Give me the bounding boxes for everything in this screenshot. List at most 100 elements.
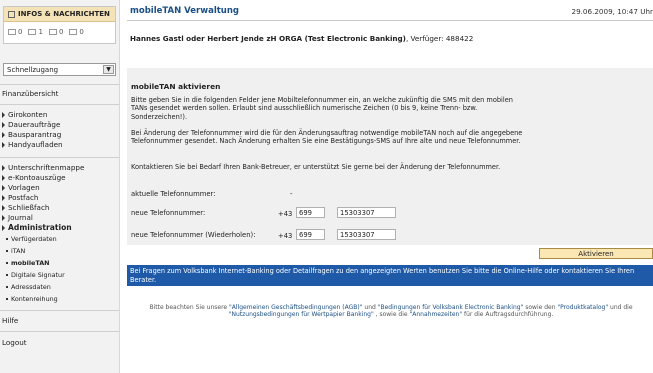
- triangle-right-icon: [2, 121, 5, 128]
- nav-journal[interactable]: Journal: [2, 213, 33, 222]
- main-content: mobileTAN Verwaltung 29.06.2009, 10:47 U…: [127, 0, 653, 373]
- nav-girokonten[interactable]: Girokonten: [2, 110, 47, 119]
- legal-text: und die: [608, 304, 633, 311]
- mail-icon: [8, 29, 16, 35]
- nav-label: mobileTAN: [11, 259, 50, 267]
- nav-label: iTAN: [11, 247, 26, 255]
- document-icon: [28, 29, 37, 35]
- nav-label: Digitale Signatur: [11, 271, 65, 279]
- bullet-icon: [6, 238, 8, 240]
- securities-terms-link[interactable]: "Nutzungsbedingungen für Wertpapier Bank…: [229, 311, 374, 318]
- ebanking-terms-link[interactable]: "Bedingungen für Volksbank Electronic Ba…: [378, 304, 524, 311]
- nav-bausparantrag[interactable]: Bausparantrag: [2, 130, 61, 139]
- subject-name: Hannes Gastl oder Herbert Jende zH ORGA …: [130, 34, 406, 43]
- nav-mobiletan[interactable]: mobileTAN: [6, 259, 50, 267]
- triangle-right-icon: [2, 204, 5, 211]
- message-icon: [48, 29, 57, 35]
- prefix-repeat-input[interactable]: 699: [296, 229, 325, 240]
- divider: [0, 310, 119, 311]
- triangle-right-icon: [2, 194, 5, 201]
- instruction-paragraph: Bei Änderung der Telefonnummer wird die …: [131, 129, 523, 146]
- nav-label: Daueraufträge: [8, 120, 61, 129]
- triangle-right-icon: [2, 164, 5, 171]
- sidebar: INFOS & NACHRICHTEN 0 1 0 0 Schnellzugan…: [0, 0, 120, 373]
- new-number-label: neue Telefonnummer:: [131, 209, 206, 217]
- prefix-input[interactable]: 699: [296, 207, 325, 218]
- info-header[interactable]: INFOS & NACHRICHTEN: [4, 7, 115, 22]
- nav-dauerauftraege[interactable]: Daueraufträge: [2, 120, 60, 129]
- nav-kontenreihung[interactable]: Kontenreihung: [6, 295, 58, 303]
- nav-itan[interactable]: iTAN: [6, 247, 25, 255]
- legal-notice: Bitte beachten Sie unsere "Allgemeinen G…: [133, 304, 649, 319]
- triangle-right-icon: [2, 131, 5, 138]
- nav-logout[interactable]: Logout: [2, 338, 27, 347]
- number-repeat-input[interactable]: 15303307: [337, 229, 396, 240]
- nav-handyaufladen[interactable]: Handyaufladen: [2, 140, 63, 149]
- triangle-right-icon: [2, 111, 5, 118]
- triangle-right-icon: [2, 184, 5, 191]
- nav-schliessfach[interactable]: Schließfach: [2, 203, 49, 212]
- info-counts: 0 1 0 0: [4, 22, 115, 42]
- count-value: 0: [18, 28, 23, 36]
- count-mail[interactable]: 0: [8, 28, 22, 36]
- triangle-right-icon: [2, 214, 5, 221]
- nav-label: Vorlagen: [8, 183, 40, 192]
- bullet-icon: [6, 250, 8, 252]
- triangle-right-icon: [2, 224, 5, 231]
- current-number-value: -: [290, 190, 293, 198]
- bullet-icon: [6, 286, 8, 288]
- nav-administration[interactable]: Administration: [2, 223, 72, 232]
- quick-access-select[interactable]: Schnellzugang ▼: [3, 63, 116, 76]
- help-bar: Bei Fragen zum Volksbank Internet-Bankin…: [127, 265, 653, 286]
- divider: [0, 331, 119, 332]
- nav-help[interactable]: Hilfe: [2, 316, 18, 325]
- triangle-right-icon: [2, 141, 5, 148]
- divider: [0, 84, 119, 85]
- legal-text: sowie den: [523, 304, 558, 311]
- bullet-icon: [6, 274, 8, 276]
- product-catalog-link[interactable]: "Produktkatalog": [557, 304, 608, 311]
- nav-postfach[interactable]: Postfach: [2, 193, 38, 202]
- count-document[interactable]: 1: [28, 28, 43, 36]
- note-icon: [69, 29, 78, 35]
- nav-verfuegerdaten[interactable]: Verfügerdaten: [6, 235, 57, 243]
- legal-text: , sowie die: [373, 311, 410, 319]
- divider: [0, 104, 119, 105]
- nav-adressdaten[interactable]: Adressdaten: [6, 283, 51, 291]
- count-note[interactable]: 0: [69, 28, 84, 36]
- nav-vorlagen[interactable]: Vorlagen: [2, 183, 40, 192]
- page-title: mobileTAN Verwaltung: [130, 6, 239, 16]
- timestamp: 29.06.2009, 10:47 Uhr: [571, 7, 653, 16]
- current-number-label: aktuelle Telefonnummer:: [131, 190, 216, 198]
- nav-financial-overview[interactable]: Finanzübersicht: [2, 89, 58, 98]
- cutoff-times-link[interactable]: "Annahmezeiten": [410, 311, 463, 318]
- bullet-icon: [6, 298, 8, 300]
- legal-text: Bitte beachten Sie unsere: [149, 304, 230, 311]
- count-value: 1: [38, 28, 43, 36]
- chevron-down-icon[interactable]: ▼: [103, 65, 114, 74]
- agb-link[interactable]: "Allgemeinen Geschäftsbedingungen (AGB)": [229, 304, 362, 311]
- nav-label: Postfach: [8, 193, 39, 202]
- panel-title: mobileTAN aktivieren: [131, 82, 221, 91]
- instruction-paragraph: Bitte geben Sie in die folgenden Felder …: [131, 96, 513, 121]
- nav-label: Girokonten: [8, 110, 48, 119]
- divider: [127, 20, 653, 21]
- info-icon: [8, 10, 15, 18]
- bullet-icon: [6, 262, 8, 264]
- nav-label: Schließfach: [8, 203, 50, 212]
- count-value: 0: [79, 28, 84, 36]
- country-code: +43: [278, 232, 293, 240]
- count-value: 0: [58, 28, 64, 36]
- nav-label: Kontenreihung: [11, 295, 58, 303]
- country-code: +43: [278, 210, 293, 218]
- divider: [0, 157, 119, 158]
- nav-label: Adressdaten: [11, 283, 51, 291]
- nav-unterschriftenmappe[interactable]: Unterschriftenmappe: [2, 163, 84, 172]
- number-input[interactable]: 15303307: [337, 207, 396, 218]
- instruction-paragraph: Kontaktieren Sie bei Bedarf Ihren Bank-B…: [131, 163, 501, 171]
- count-message[interactable]: 0: [48, 28, 64, 36]
- activate-button[interactable]: Aktivieren: [539, 248, 653, 259]
- quick-access-value: Schnellzugang: [7, 65, 59, 74]
- nav-digitale-signatur[interactable]: Digitale Signatur: [6, 271, 65, 279]
- nav-e-kontoauszuege[interactable]: e-Kontoauszüge: [2, 173, 66, 182]
